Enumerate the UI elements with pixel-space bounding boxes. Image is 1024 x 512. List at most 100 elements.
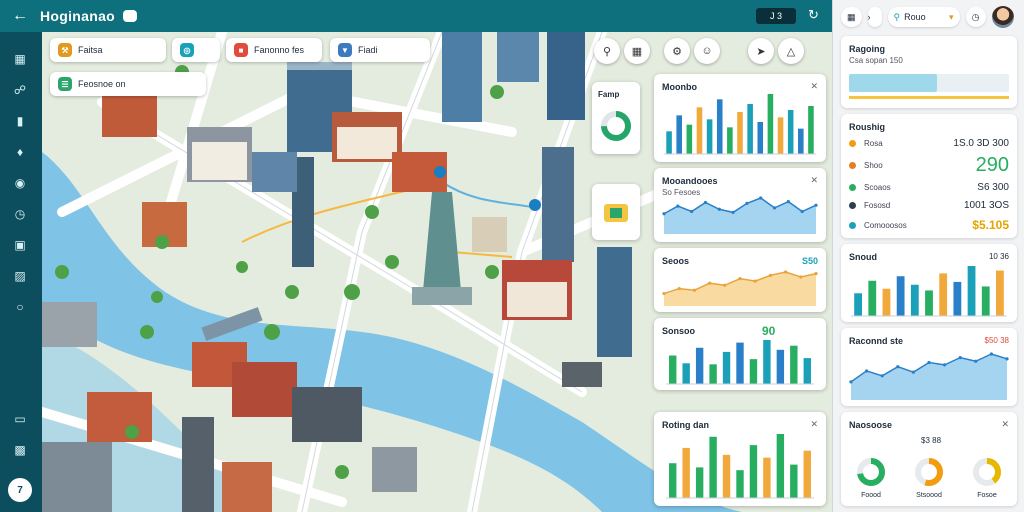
bar [882, 288, 891, 316]
search-input[interactable]: ⚲ Rouo ▾ [887, 7, 960, 27]
row-value: 1S.0 3D 300 [953, 137, 1009, 149]
data-point [772, 206, 777, 210]
bar [749, 445, 758, 498]
bar [790, 464, 798, 498]
data-point [708, 281, 712, 285]
bar [854, 293, 862, 316]
row-value: 1001 3OS [963, 199, 1009, 211]
routing-row: Scoaos S6 300 [849, 180, 1009, 194]
help-button[interactable]: 7 [8, 478, 32, 502]
map-card-1[interactable]: Moonbo ✕ [654, 74, 826, 162]
bar [737, 112, 743, 154]
bar [776, 349, 785, 384]
traffic-card[interactable]: Raconnd ste $50 38 [841, 328, 1017, 406]
bar [709, 364, 717, 384]
map-card-2[interactable]: Mooandooes So Fesoes ✕ [654, 168, 826, 242]
data-point [1005, 357, 1009, 361]
bar [910, 284, 919, 316]
routing-title: Roushig [849, 122, 885, 132]
insight-card[interactable]: Naosoose ✕ $3 88 Foood Stsoood Fosoe [841, 412, 1017, 506]
chip-layers[interactable]: ☰ Feosnoe on [50, 72, 206, 96]
bar [709, 436, 717, 498]
route-icon[interactable]: ☍ [9, 79, 31, 101]
expand-icon[interactable]: › [867, 7, 882, 27]
bar [808, 106, 814, 154]
row-label: Scoaos [864, 182, 891, 192]
map-card-5[interactable]: Roting dan ✕ [654, 412, 826, 506]
bike-icon: ◎ [180, 43, 194, 57]
map-card-4[interactable]: Sonsoo 90 [654, 318, 826, 390]
routing-card[interactable]: Roushig Rosa 1S.0 3D 300 Shoo 290 Scoaos S6… [841, 114, 1017, 238]
bar [896, 276, 905, 316]
clock-icon[interactable]: ◷ [9, 203, 31, 225]
bar [682, 363, 690, 384]
bar [736, 342, 744, 384]
trend-card[interactable]: Snoud 10 36 [841, 244, 1017, 322]
apps-icon[interactable]: ▦ [841, 7, 862, 27]
bar [981, 286, 990, 316]
bar [757, 122, 764, 154]
filter-icon: ▼ [338, 43, 352, 57]
chip-label: Faitsa [78, 45, 103, 55]
row-label: Shoo [864, 160, 883, 170]
truck-icon[interactable]: ▮ [9, 110, 31, 132]
panel-controls: ▦ › ⚲ Rouo ▾ ◷ [841, 6, 1017, 28]
city-map[interactable]: ⚒ Faitsa ◎ ■ Fanonno fes ▼ Fiadi ☰ Feosn… [42, 32, 832, 512]
map-card-3[interactable]: Seoos S50 [654, 248, 826, 312]
trash-icon[interactable]: ▩ [9, 439, 31, 461]
data-point [849, 380, 853, 384]
bar [996, 270, 1004, 316]
row-value: S6 300 [977, 181, 1009, 193]
chip-maintenance[interactable]: ⚒ Faitsa [50, 38, 166, 62]
routing-row: Shoo 290 [849, 154, 1009, 176]
bar [953, 281, 962, 316]
globe-icon[interactable]: ◉ [9, 172, 31, 194]
shield-icon[interactable]: ♦ [9, 141, 31, 163]
summary-card[interactable]: Ragoing Csa sopan 150 [841, 36, 1017, 108]
layers-icon: ☰ [58, 77, 72, 91]
mini-legend-card[interactable] [592, 184, 640, 240]
left-rail: ▦ ☍ ▮ ♦ ◉ ◷ ▣ ▨ ○ ▭ ▩ 7 [0, 32, 42, 512]
data-point [943, 363, 947, 367]
bar-chart [664, 94, 816, 155]
back-arrow-icon[interactable]: ← [0, 0, 40, 32]
chip-transit[interactable]: ■ Fanonno fes [226, 38, 322, 62]
avatar[interactable] [991, 6, 1014, 28]
circle-icon[interactable]: ○ [9, 296, 31, 318]
data-point [717, 207, 721, 211]
chip-filter[interactable]: ▼ Fiadi [330, 38, 430, 62]
data-point [753, 279, 757, 283]
data-point [896, 365, 900, 369]
bar [722, 454, 731, 498]
donut-label: Stsoood [916, 492, 942, 499]
summary-progress-bar [849, 74, 1009, 99]
mini-gauge-card[interactable]: Famp [592, 82, 640, 154]
bar [749, 359, 758, 384]
bar [727, 127, 733, 154]
data-point [662, 212, 666, 216]
ride-icon[interactable]: ➤ [748, 38, 774, 64]
chip-bike[interactable]: ◎ [172, 38, 220, 62]
status-counter: J 3 [756, 8, 796, 24]
clock-icon[interactable]: ◷ [965, 7, 986, 27]
chat-icon[interactable] [123, 10, 138, 22]
refresh-icon[interactable]: ↻ [808, 7, 819, 23]
document-icon[interactable]: ▭ [9, 408, 31, 430]
bar [669, 355, 677, 384]
data-point [662, 291, 666, 296]
data-point [786, 200, 790, 204]
image-icon[interactable]: ▨ [9, 265, 31, 287]
camera-icon[interactable]: ▣ [9, 234, 31, 256]
zoom-icon[interactable]: ⚲ [594, 38, 620, 64]
tools-icon[interactable]: ⚙ [664, 38, 690, 64]
donut-label: Fosoe [977, 492, 997, 499]
user-icon[interactable]: ☺ [694, 38, 720, 64]
routing-row: Comooosos $5.105 [849, 218, 1009, 232]
data-point [911, 370, 915, 374]
grid-icon[interactable]: ▦ [624, 38, 650, 64]
bar-chart [666, 434, 814, 499]
search-icon: ⚲ [893, 11, 901, 22]
cart-icon[interactable]: △ [778, 38, 804, 64]
row-label: Rosa [864, 138, 883, 148]
map-icon[interactable]: ▦ [9, 48, 31, 70]
